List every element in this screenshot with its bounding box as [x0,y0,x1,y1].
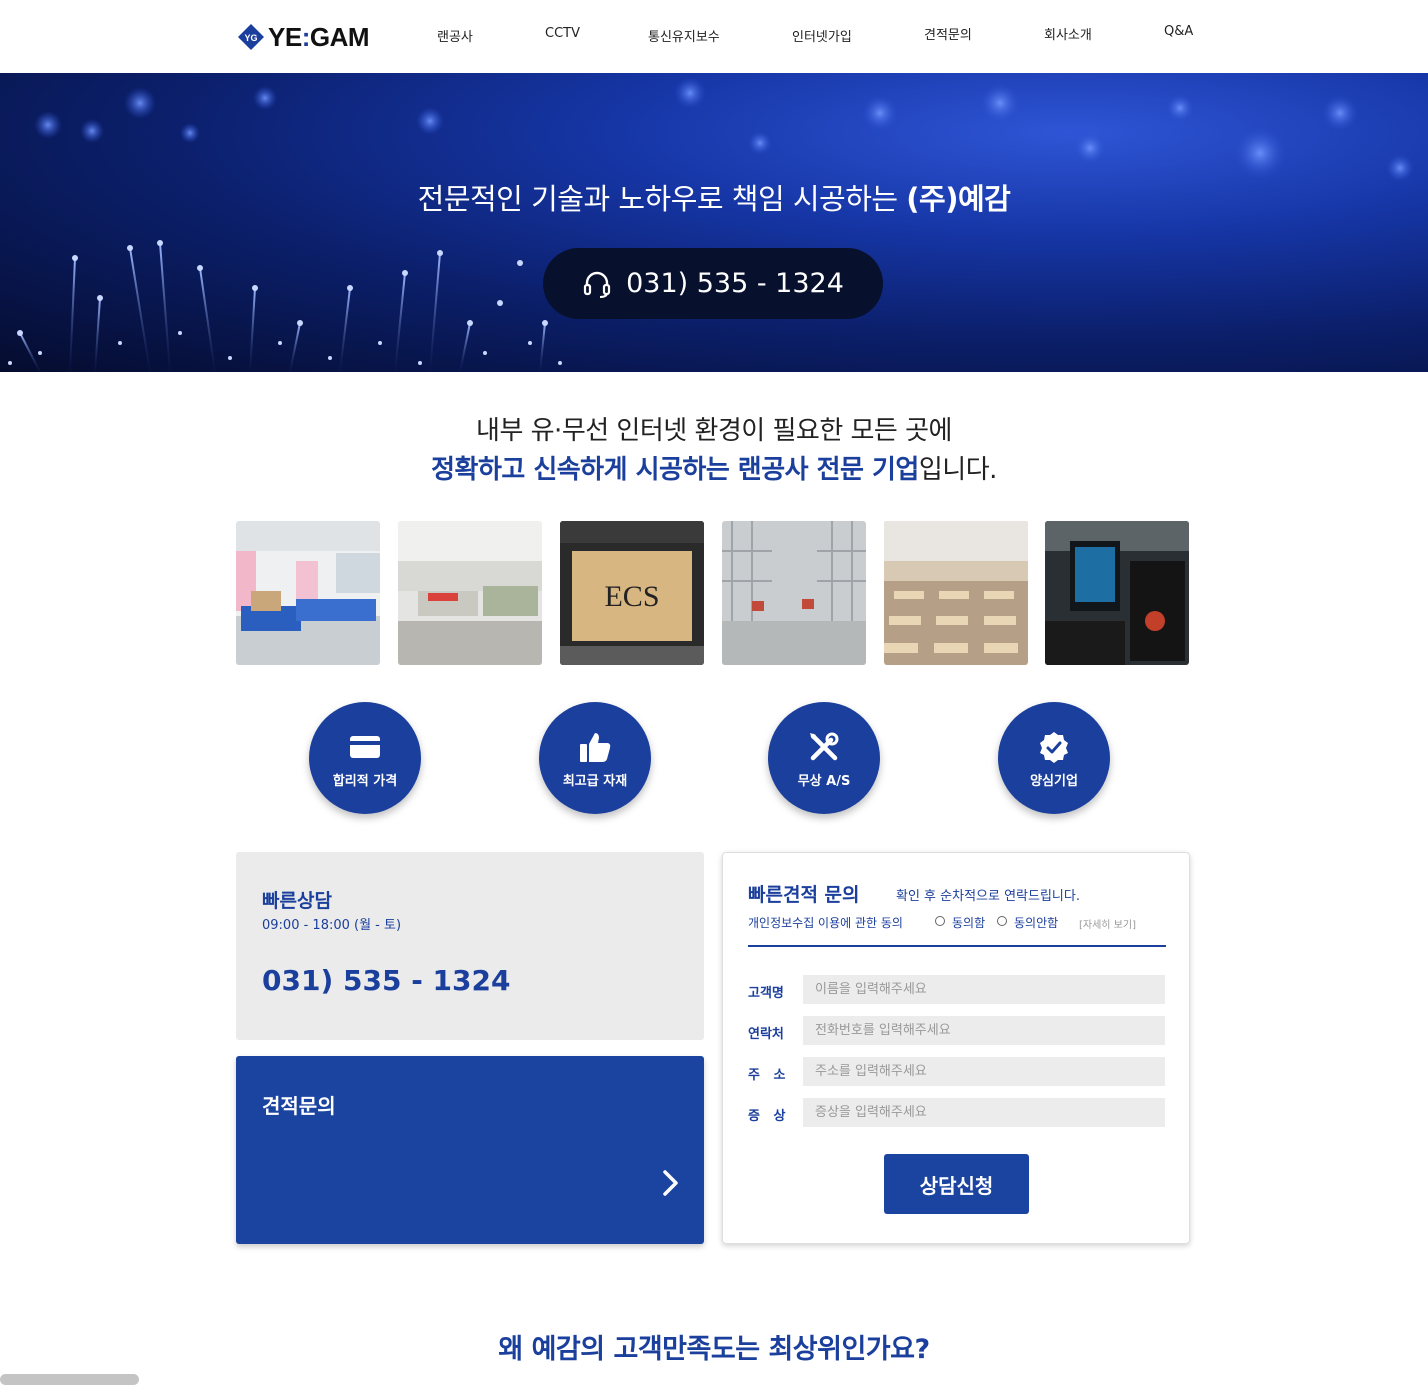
nav-item-qna[interactable]: Q&A [1164,24,1193,39]
hero-phone-button[interactable]: 031) 535 - 1324 [543,248,883,319]
disagree-radio[interactable] [997,916,1007,926]
privacy-consent-label: 개인정보수집 이용에 관한 동의 [748,916,903,930]
svg-text:ECS: ECS [604,580,659,613]
disagree-label[interactable]: 동의안함 [1014,914,1058,931]
quick-consult-panel: 빠른상담 09:00 - 18:00 (월 - 토) 031) 535 - 13… [236,852,704,1040]
nav-item-estimate[interactable]: 견적문의 [924,24,972,43]
estimate-title: 견적문의 [262,1094,336,1118]
symptom-input[interactable] [803,1098,1165,1127]
hero-banner: 전문적인 기술과 노하우로 책임 시공하는 (주)예감 031) 535 - 1… [0,73,1428,372]
main-nav: 랜공사 CCTV 통신유지보수 인터넷가입 견적문의 회사소개 Q&A [0,24,1428,48]
form-subtitle: 확인 후 순차적으로 연락드립니다. [896,889,1080,904]
section-title-satisfaction: 왜 예감의 고객만족도는 최상위인가요? [498,1334,930,1365]
classroom-photo [884,521,1028,665]
agree-label[interactable]: 동의함 [952,914,985,931]
office-photo [398,521,542,665]
form-divider [748,945,1166,947]
hospital-ward-photo [236,521,380,665]
storefront-photo: ECS [560,521,704,665]
symptom-label: 증 상 [748,1109,786,1124]
agree-radio[interactable] [935,916,945,926]
name-label: 고객명 [748,986,784,1001]
hero-phone-number: 031) 535 - 1324 [626,268,844,299]
tools-icon [810,732,839,761]
chevron-right-icon [663,1170,678,1196]
address-input[interactable] [803,1057,1165,1086]
thumbs-up-icon [580,733,611,762]
feature-trust: 양심기업 [998,702,1110,814]
estimate-link-box[interactable]: 견적문의 [236,1056,704,1244]
nav-item-cctv[interactable]: CCTV [545,26,580,41]
fiber-optic-background [8,77,1414,372]
consult-hours: 09:00 - 18:00 (월 - 토) [262,918,402,933]
submit-consult-button[interactable]: 상담신청 [884,1154,1029,1214]
nav-item-internet[interactable]: 인터넷가입 [792,26,852,45]
intro-line-1: 내부 유·무선 인터넷 환경이 필요한 모든 곳에 [476,416,952,446]
hero-title: 전문적인 기술과 노하우로 책임 시공하는 (주)예감 [417,182,1011,216]
intro-line-2: 정확하고 신속하게 시공하는 랜공사 전문 기업입니다. [431,455,997,485]
pc-gaming-photo [1045,521,1189,665]
address-label: 주 소 [748,1068,786,1083]
form-title: 빠른견적 문의 [748,884,860,906]
quick-estimate-form: 빠른견적 문의 확인 후 순차적으로 연락드립니다. 개인정보수집 이용에 관한… [722,852,1190,1244]
site-header: YG YE:GAM 랜공사 CCTV 통신유지보수 인터넷가입 견적문의 회사소… [0,0,1428,73]
phone-input[interactable] [803,1016,1165,1045]
nav-item-maintenance[interactable]: 통신유지보수 [648,26,720,45]
phone-label: 연락처 [748,1027,784,1042]
consult-title: 빠른상담 [262,890,332,912]
feature-materials: 최고급 자재 [539,702,651,814]
credit-card-icon [350,736,380,758]
nav-item-lan[interactable]: 랜공사 [437,26,473,45]
feature-free-as: 무상 A/S [768,702,880,814]
feature-price: 합리적 가격 [309,702,421,814]
nav-item-about[interactable]: 회사소개 [1044,24,1092,43]
verified-badge-icon [1040,732,1068,763]
headset-icon [583,271,611,298]
horizontal-scrollbar[interactable] [0,1374,139,1385]
name-input[interactable] [803,975,1165,1004]
warehouse-photo [722,521,866,665]
privacy-detail-link[interactable]: [자세히 보기] [1079,916,1136,931]
consult-phone[interactable]: 031) 535 - 1324 [262,964,511,997]
